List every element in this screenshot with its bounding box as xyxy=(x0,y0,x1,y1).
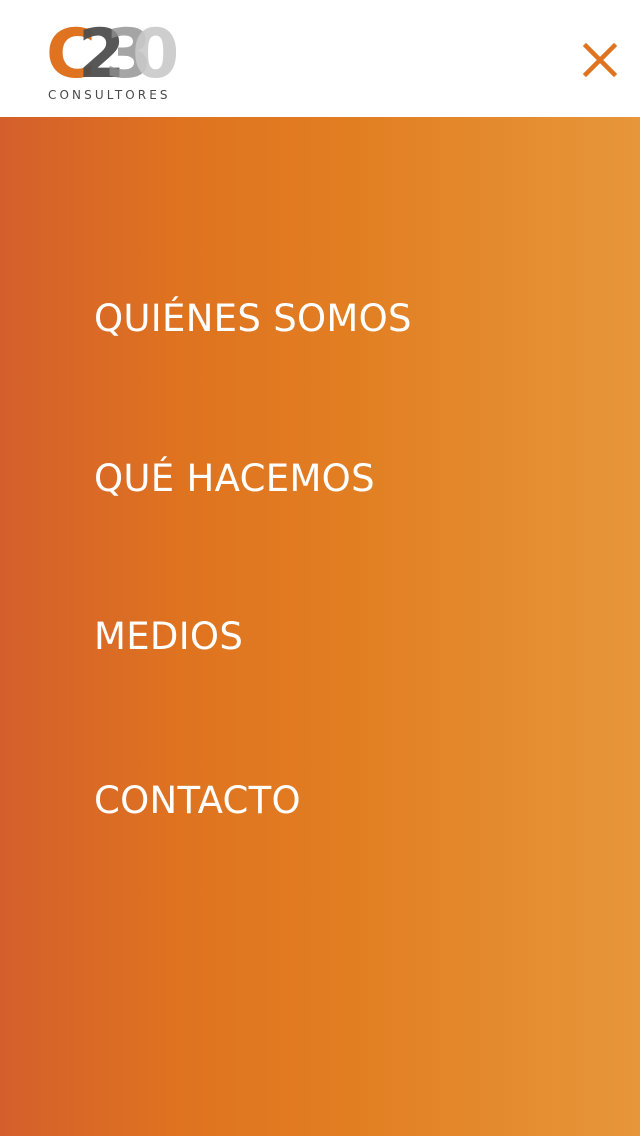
main-navigation-menu: QUIÉNES SOMOS QUÉ HACEMOS MEDIOS CONTACT… xyxy=(0,117,640,1136)
logo-subtitle: CONSULTORES xyxy=(48,88,171,102)
company-logo[interactable]: C 2 3 0 CONSULTORES xyxy=(46,16,178,104)
c230-logo-mark: C 2 3 0 xyxy=(46,16,178,86)
close-menu-button[interactable] xyxy=(576,36,624,84)
site-header: C 2 3 0 CONSULTORES xyxy=(0,0,640,117)
menu-item-medios[interactable]: MEDIOS xyxy=(94,615,243,659)
menu-item-quienes-somos[interactable]: QUIÉNES SOMOS xyxy=(94,297,412,341)
svg-text:0: 0 xyxy=(132,16,178,86)
menu-item-que-hacemos[interactable]: QUÉ HACEMOS xyxy=(94,457,375,501)
menu-item-contacto[interactable]: CONTACTO xyxy=(94,779,301,823)
close-icon xyxy=(582,42,618,78)
